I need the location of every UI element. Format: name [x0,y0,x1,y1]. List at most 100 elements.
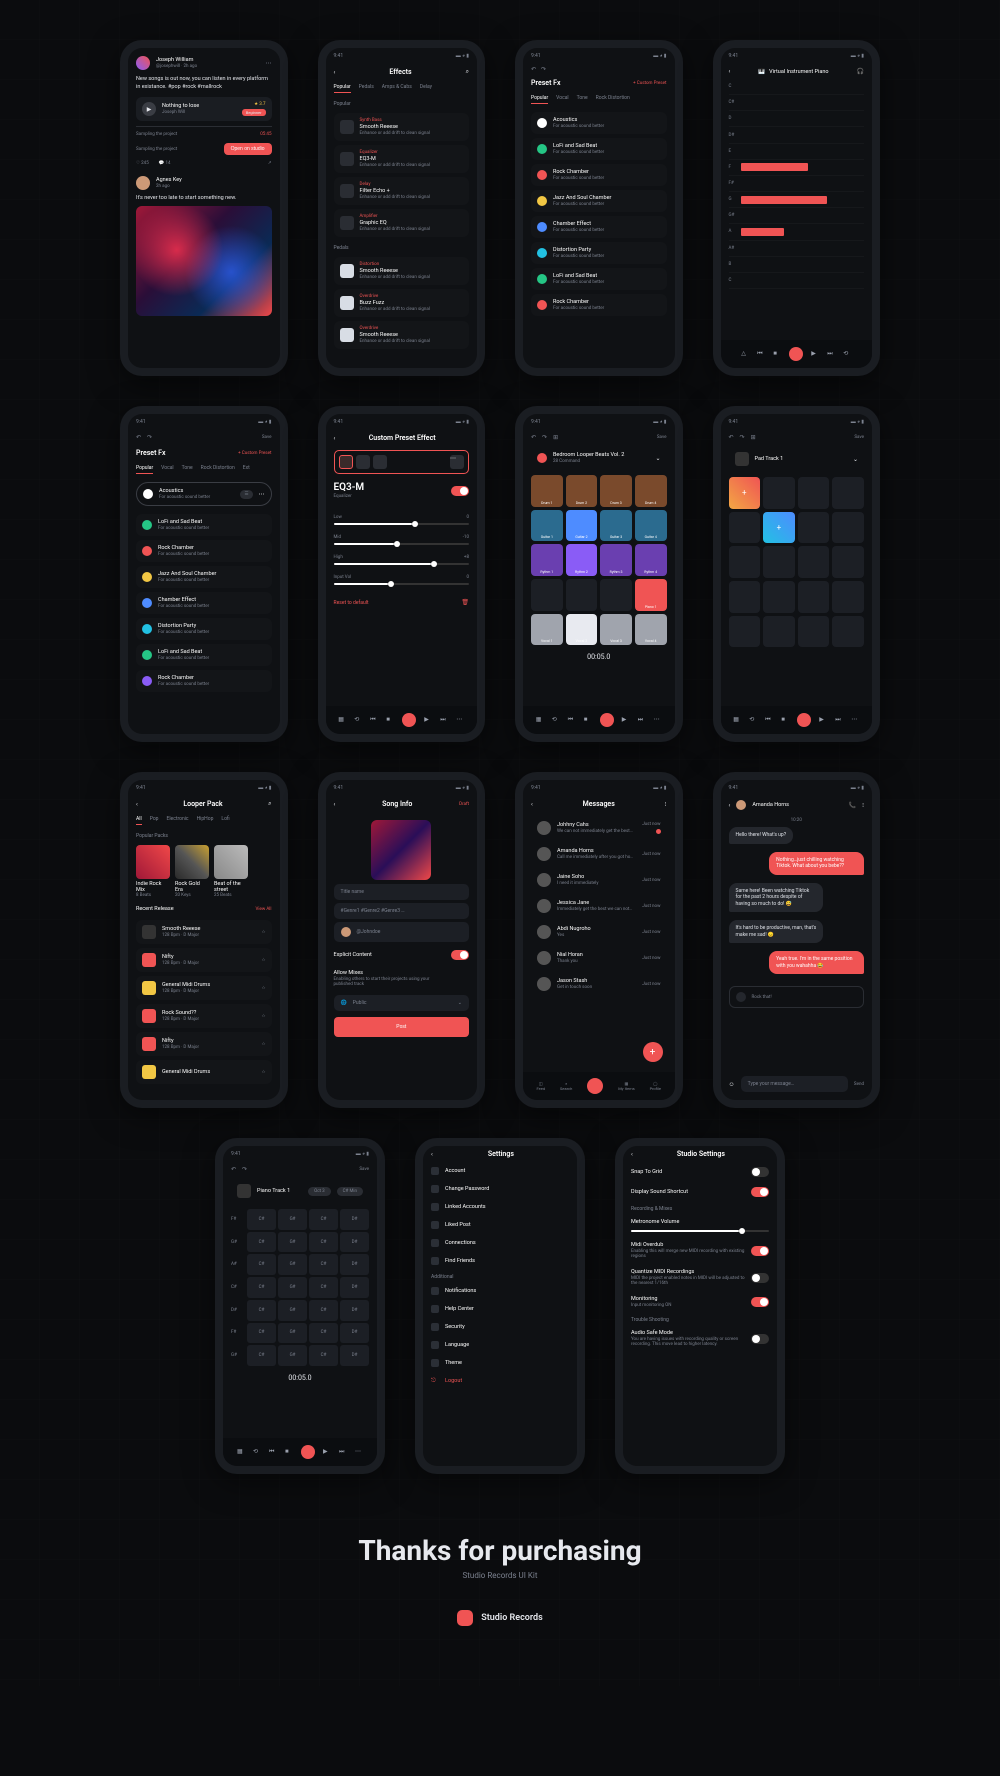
chord-cell[interactable]: D# [340,1345,369,1366]
send-button[interactable]: Send [854,1082,864,1087]
pack-card[interactable]: Rock Gold Era20 Keys [175,845,209,898]
toggle[interactable] [751,1187,769,1197]
thread-item[interactable]: Amanda HornsCall me immediately after yo… [531,842,667,866]
custom-preset-link[interactable]: + Custom Preset [238,451,271,456]
fav-icon[interactable]: ☆ [261,1042,265,1047]
preset-item[interactable]: Rock ChamberFor acoustic sound better [531,294,667,316]
preset-item[interactable]: LoFi and Sad BeatFor acoustic sound bett… [136,644,272,666]
pad[interactable] [531,579,563,611]
post-button[interactable]: Post [334,1017,470,1037]
preset-item[interactable]: Chamber EffectFor acoustic sound better [531,216,667,238]
studio-option[interactable]: Audio Safe ModeYou are having issues wit… [623,1325,777,1352]
preset-item[interactable]: Jazz And Soul ChamberFor acoustic sound … [136,566,272,588]
chord-cell[interactable]: G# [278,1232,307,1253]
thread-item[interactable]: Jason StashGet in touch soonJust now [531,972,667,996]
feed-username[interactable]: Joseph William [156,57,260,63]
chord-cell[interactable]: D# [340,1209,369,1230]
chat-name[interactable]: Amanda Horns [752,802,789,808]
search-icon[interactable]: ⌕ [466,68,469,76]
fx-item[interactable]: Synth BassSmooth ReeeseEnhance or add dr… [334,113,470,141]
back-icon[interactable]: ‹ [334,801,336,808]
reaction-rock[interactable]: Rock that! [729,986,865,1008]
preset-item[interactable]: LoFi and Sad BeatFor acoustic sound bett… [531,268,667,290]
piano-row[interactable]: B [729,257,865,273]
avatar[interactable] [136,56,150,70]
pad-add[interactable]: + [763,512,795,544]
toggle[interactable] [751,1297,769,1307]
back-icon[interactable]: ‹ [729,802,731,809]
studio-option[interactable]: Display Sound Shortcut [623,1182,777,1202]
chord-cell[interactable]: D# [340,1323,369,1344]
piano-row[interactable]: A# [729,241,865,257]
piano-row[interactable]: D [729,111,865,127]
chord-cell[interactable]: D# [340,1232,369,1253]
preset-item[interactable]: Rock ChamberFor acoustic sound better [531,164,667,186]
chord-cell[interactable]: C# [247,1323,276,1344]
pedal-item[interactable]: DistortionSmooth ReeeseEnhance or add dr… [334,257,470,285]
preset-tabs[interactable]: PopularVocalToneRock DistortionExt [128,461,280,478]
pad[interactable]: Rythm 3 [600,544,632,576]
settings-item[interactable]: Liked Post [423,1216,577,1234]
fav-icon[interactable]: ☆ [261,1070,265,1075]
chord-cell[interactable]: C# [247,1300,276,1321]
pad[interactable]: Guitar 2 [566,510,598,542]
back-icon[interactable]: ‹ [431,1151,433,1158]
piano-row[interactable]: F [729,160,865,176]
preset-slots[interactable]: ⋯ [334,450,470,474]
recent-item[interactable]: Nifty128 Bpm · D Major☆ [136,1032,272,1056]
share-icon[interactable]: ↗ [268,161,272,166]
settings-item[interactable]: Language [423,1336,577,1354]
piano-row[interactable]: F# [729,176,865,192]
custom-preset-link[interactable]: + Custom Preset [633,81,666,86]
settings-item[interactable]: Connections [423,1234,577,1252]
pad[interactable]: Piano 1 [635,579,667,611]
settings-item[interactable]: Linked Accounts [423,1198,577,1216]
chord-cell[interactable]: G# [278,1254,307,1275]
search-icon[interactable]: ⌕ [268,800,271,808]
eq-param[interactable]: Low0 [334,515,470,525]
pad[interactable]: Drum 3 [600,475,632,507]
logout-button[interactable]: ⎋Logout [423,1372,577,1390]
eq-param[interactable]: Input Vol0 [334,575,470,585]
pad-add[interactable]: + [729,477,761,509]
chord-cell[interactable]: C# [247,1232,276,1253]
tags-input[interactable]: #Genre1 #Genre2 #Genre3 … [334,903,470,919]
chord-cell[interactable]: G# [278,1277,307,1298]
eq-enable-toggle[interactable] [451,486,469,496]
pack-card[interactable]: Beat of the street25 Beats [214,845,248,898]
avatar[interactable] [136,176,150,190]
chord-cell[interactable]: C# [247,1209,276,1230]
avatar[interactable] [736,800,746,810]
back-icon[interactable]: ‹ [631,1151,633,1158]
chord-cell[interactable]: C# [309,1323,338,1344]
pack-tabs[interactable]: AllPopElectronicHipHopLofi [128,812,280,829]
pad[interactable]: Drum 4 [635,475,667,507]
emoji-icon[interactable]: ☺ [729,1081,735,1088]
preset-item[interactable]: LoFi and Sad BeatFor acoustic sound bett… [531,138,667,160]
pad[interactable]: Vocal 2 [566,614,598,646]
slider-icon[interactable]: ☰ [240,490,252,499]
piano-row[interactable]: C [729,79,865,95]
pack-card[interactable]: Indie Rock Mix8 Beats [136,845,170,898]
tab-items[interactable]: ▦My Items [618,1081,634,1091]
likes-count[interactable]: ♡ 245 [136,161,149,166]
tab-profile[interactable]: ◯Profile [650,1081,661,1091]
thread-item[interactable]: Abdi NugrohoYesJust now [531,920,667,944]
more-icon[interactable]: ⁝ [862,802,864,809]
chord-cell[interactable]: D# [340,1277,369,1298]
pad[interactable]: Guitar 3 [600,510,632,542]
piano-row[interactable]: E [729,144,865,160]
studio-option[interactable]: Snap To Grid [623,1162,777,1182]
chord-cell[interactable]: C# [309,1277,338,1298]
fav-icon[interactable]: ☆ [261,1014,265,1019]
stop-icon[interactable]: ■ [773,350,781,358]
recent-item[interactable]: General Midi Drums128 Bpm · D Major☆ [136,976,272,1000]
back-icon[interactable]: ‹ [334,69,336,76]
more-icon[interactable]: ⁝ [665,801,667,808]
chord-cell[interactable]: C# [247,1277,276,1298]
settings-item[interactable]: Notifications [423,1282,577,1300]
visibility-select[interactable]: 🌐 Public⌄ [334,995,470,1011]
preset-item[interactable]: Distortion PartyFor acoustic sound bette… [136,618,272,640]
studio-option[interactable]: Midi OverdubEnabling this will merge new… [623,1237,777,1264]
chord-cell[interactable]: C# [309,1254,338,1275]
